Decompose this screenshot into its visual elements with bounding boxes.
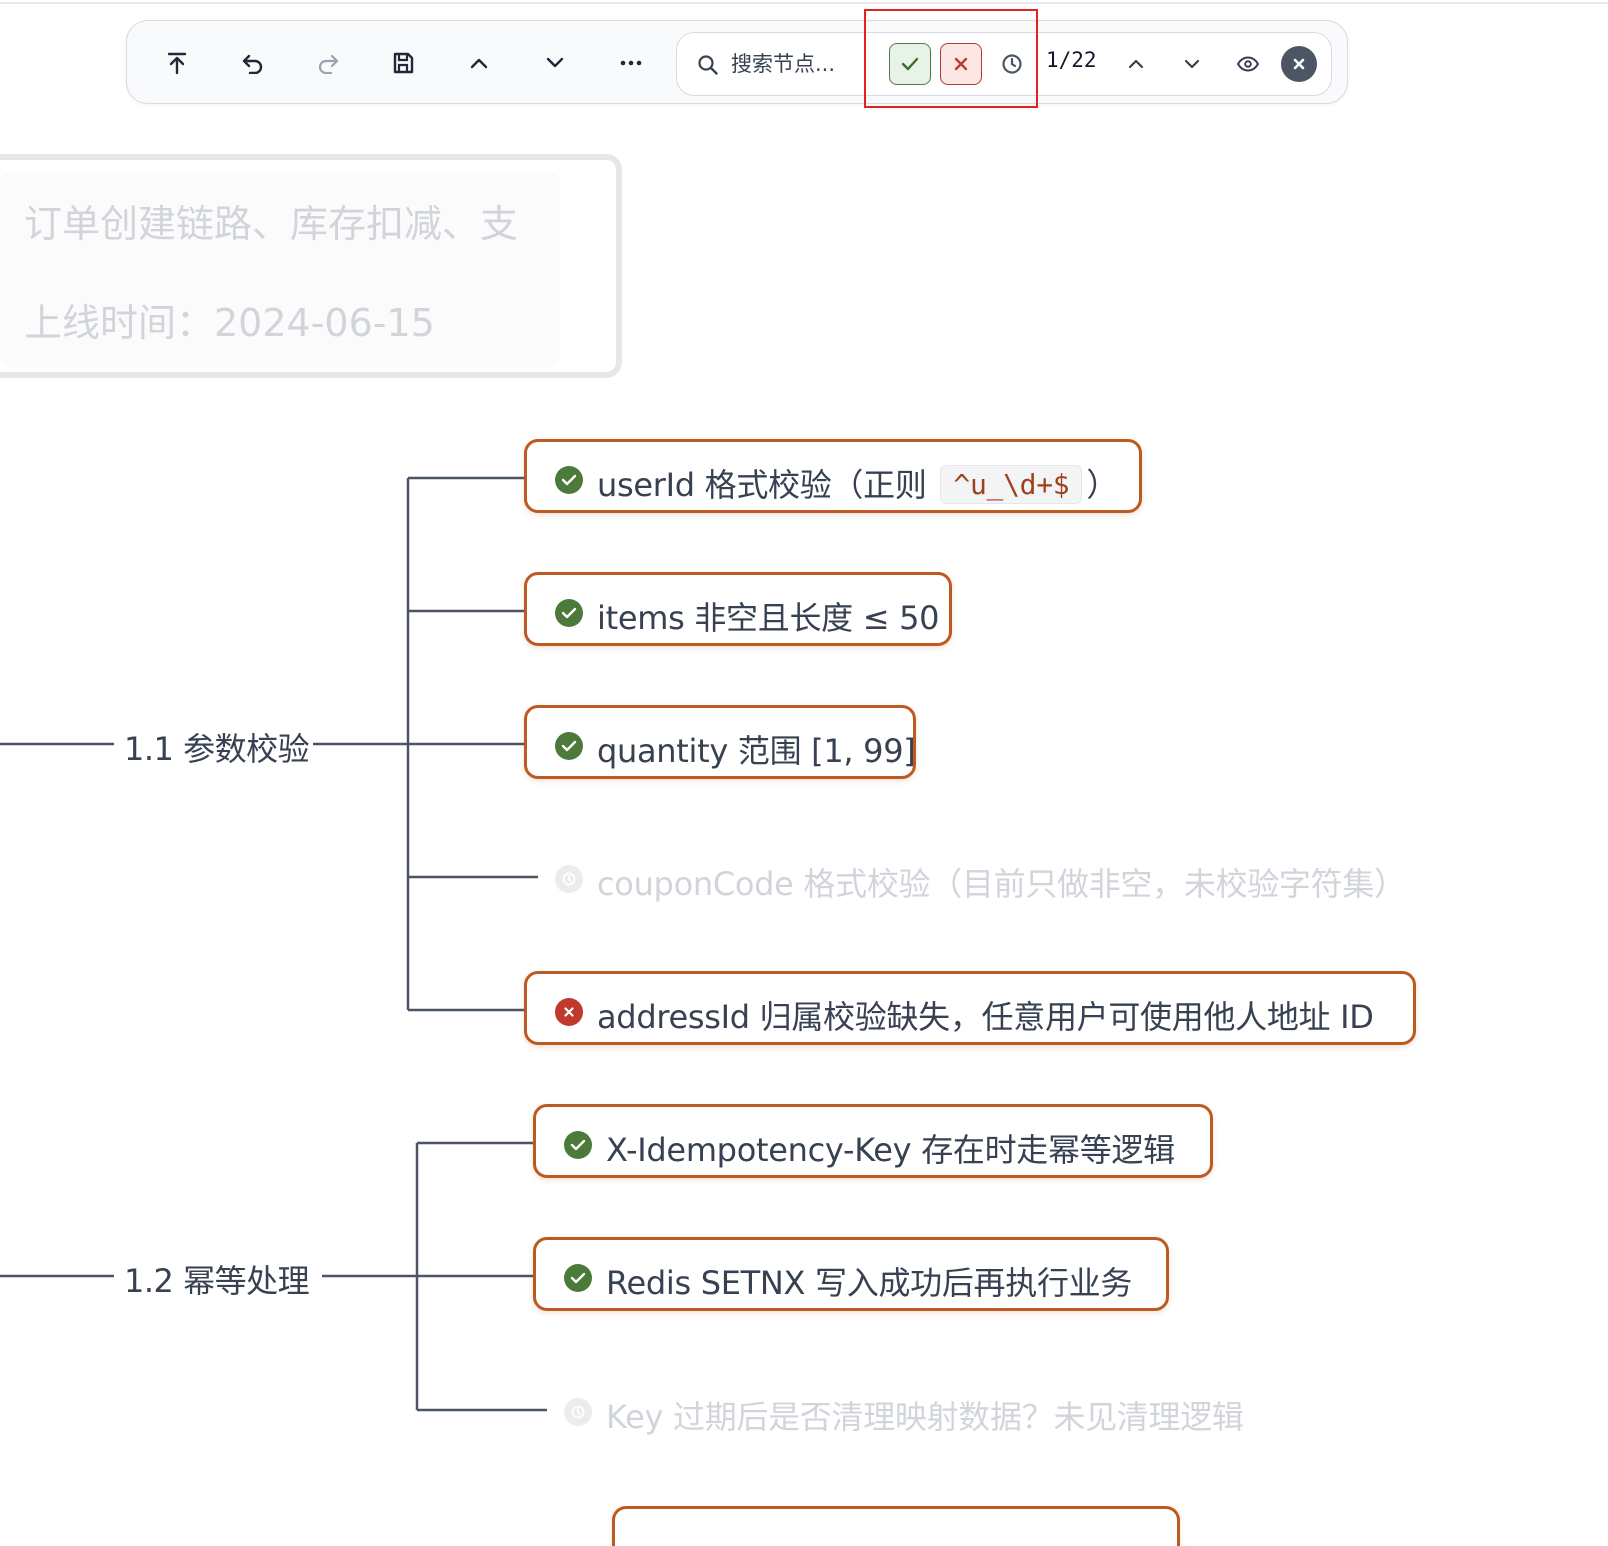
clock-icon xyxy=(564,1398,592,1426)
node-couponcode-format[interactable]: couponCode 格式校验（目前只做非空，未校验字符集） xyxy=(524,838,1424,912)
node-items-length[interactable]: items 非空且长度 ≤ 50 xyxy=(524,572,952,646)
redo-icon xyxy=(318,54,339,74)
chevron-down-icon xyxy=(1184,59,1200,69)
check-circle-icon xyxy=(555,732,583,760)
filter-failed-button[interactable] xyxy=(940,43,982,85)
node-text: addressId 归属校验缺失，任意用户可使用他人地址 ID xyxy=(597,998,1374,1036)
node-text: items 非空且长度 ≤ 50 xyxy=(597,599,940,637)
card-description-line: 订单创建链路、库存扣减、支 xyxy=(24,202,519,246)
node-text: Redis SETNX 写入成功后再执行业务 xyxy=(606,1264,1133,1302)
top-divider xyxy=(0,2,1608,4)
node-idempotency-key[interactable]: X-Idempotency-Key 存在时走幂等逻辑 xyxy=(533,1104,1213,1178)
save-icon xyxy=(393,52,414,74)
check-circle-icon xyxy=(555,466,583,494)
check-circle-icon xyxy=(555,599,583,627)
more-icon xyxy=(620,60,642,66)
scroll-to-top-icon xyxy=(167,52,187,75)
check-circle-icon xyxy=(564,1131,592,1159)
toggle-visibility-button[interactable] xyxy=(1230,46,1266,82)
search-input[interactable] xyxy=(731,47,851,81)
undo-icon xyxy=(242,54,263,74)
clock-icon xyxy=(1002,54,1022,74)
node-key-expiry-cleanup[interactable]: Key 过期后是否清理映射数据？未见清理逻辑 xyxy=(533,1371,1293,1445)
chevron-up-icon xyxy=(1128,59,1144,69)
search-icon xyxy=(696,53,720,77)
node-text: couponCode 格式校验（目前只做非空，未校验字符集） xyxy=(597,865,1406,903)
undo-button[interactable] xyxy=(235,45,271,81)
eye-icon xyxy=(1236,56,1260,72)
branch-label-param-validation[interactable]: 1.1 参数校验 xyxy=(124,724,310,770)
scroll-to-top-button[interactable] xyxy=(159,45,195,81)
check-icon xyxy=(901,57,919,71)
card-launch-date-line: 上线时间：2024-06-15 xyxy=(24,301,435,345)
node-text: X-Idempotency-Key 存在时走幂等逻辑 xyxy=(606,1131,1175,1169)
previous-node-button[interactable] xyxy=(461,45,497,81)
filter-pending-button[interactable] xyxy=(994,46,1030,82)
node-userid-format[interactable]: userId 格式校验（正则 ^u_\d+$） xyxy=(524,439,1142,513)
next-match-button[interactable] xyxy=(1174,46,1210,82)
node-addressid-ownership[interactable]: addressId 归属校验缺失，任意用户可使用他人地址 ID xyxy=(524,971,1416,1045)
branch-label-idempotency[interactable]: 1.2 幂等处理 xyxy=(124,1256,310,1302)
match-counter: 1/22 xyxy=(1046,48,1097,72)
node-partial-next[interactable] xyxy=(612,1506,1180,1546)
regex-code: ^u_\d+$ xyxy=(940,465,1083,504)
more-button[interactable] xyxy=(613,45,649,81)
filter-passed-button[interactable] xyxy=(889,43,931,85)
node-text: Key 过期后是否清理映射数据？未见清理逻辑 xyxy=(606,1398,1244,1436)
chevron-up-icon xyxy=(470,58,488,69)
redo-button[interactable] xyxy=(310,45,346,81)
clock-icon xyxy=(555,865,583,893)
chevron-down-icon xyxy=(546,57,564,68)
save-button[interactable] xyxy=(385,45,421,81)
previous-match-button[interactable] xyxy=(1118,46,1154,82)
node-text: quantity 范围 [1, 99] xyxy=(597,732,916,770)
check-circle-icon xyxy=(564,1264,592,1292)
next-node-button[interactable] xyxy=(537,45,573,81)
x-icon xyxy=(954,57,968,71)
node-text: userId 格式校验（正则 ^u_\d+$） xyxy=(597,465,1119,504)
node-redis-setnx[interactable]: Redis SETNX 写入成功后再执行业务 xyxy=(533,1237,1169,1311)
close-search-button[interactable] xyxy=(1281,46,1317,82)
close-icon xyxy=(1293,58,1305,70)
x-circle-icon xyxy=(555,998,583,1026)
node-quantity-range[interactable]: quantity 范围 [1, 99] xyxy=(524,705,916,779)
